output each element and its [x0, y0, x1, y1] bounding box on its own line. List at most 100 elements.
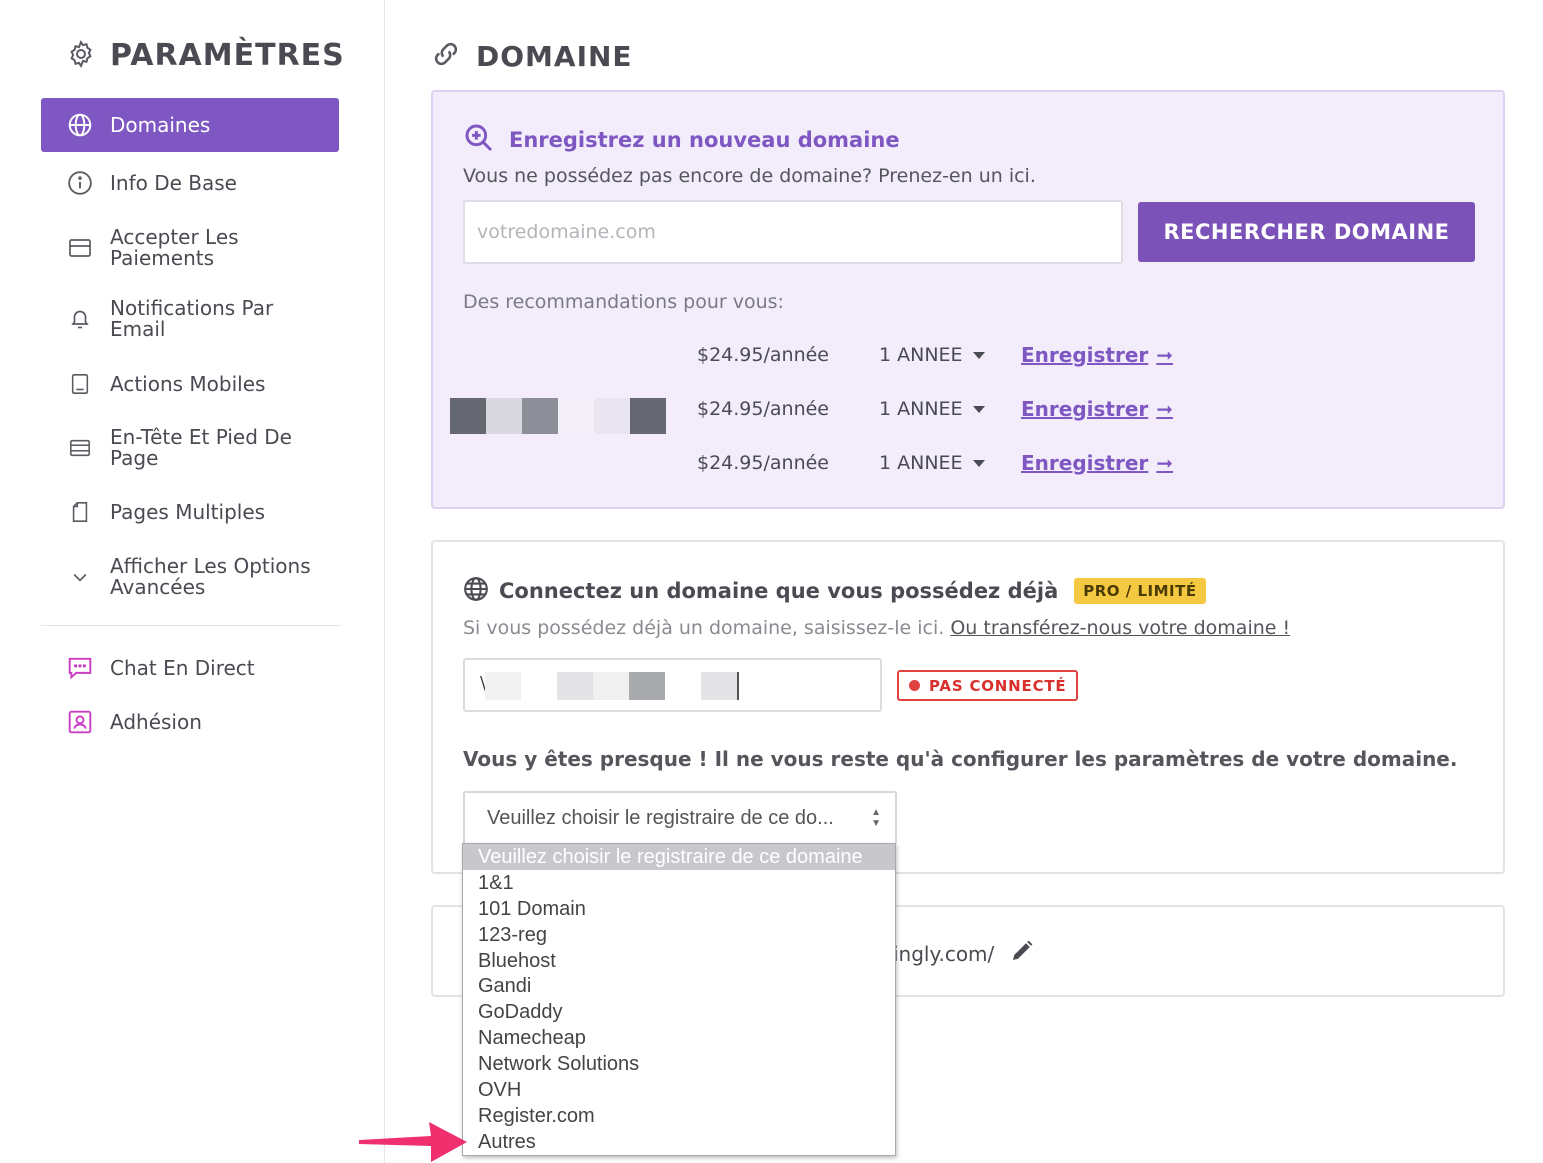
layout-icon: [66, 434, 94, 462]
settings-title-text: PARAMÈTRES: [110, 38, 345, 73]
sidebar-item-label: Actions Mobiles: [110, 371, 266, 396]
connect-heading-text: Connectez un domaine que vous possédez d…: [499, 579, 1059, 603]
site-url-text: ingly.com/: [893, 941, 995, 966]
registrar-dropdown-list: Veuillez choisir le registraire de ce do…: [462, 843, 896, 1156]
domain-search-input[interactable]: [463, 200, 1123, 264]
recommendation-price: $24.95/année: [697, 344, 829, 366]
blurred-text: [629, 672, 665, 700]
register-link[interactable]: Enregistrer ➞: [1021, 397, 1173, 421]
dropdown-option-autres[interactable]: Autres: [463, 1129, 895, 1155]
period-select[interactable]: 1 ANNEE: [879, 344, 1021, 366]
register-subtitle: Vous ne possédez pas encore de domaine? …: [463, 165, 1036, 187]
dropdown-option[interactable]: Gandi: [463, 973, 895, 999]
pro-badge: PRO / LIMITÉ: [1074, 578, 1206, 604]
sidebar-item-paiements[interactable]: Accepter Les Paiements: [41, 226, 339, 270]
sidebar-item-advanced[interactable]: Afficher Les Options Avancées: [41, 555, 339, 599]
sidebar-item-domaines[interactable]: Domaines: [41, 98, 339, 152]
tablet-icon: [66, 370, 94, 398]
caret-down-icon: [972, 351, 985, 359]
recommendation-row: $24.95/année 1 ANNEE Enregistrer ➞: [697, 340, 1173, 370]
bell-icon: [66, 305, 94, 333]
dropdown-option[interactable]: Namecheap: [463, 1025, 895, 1051]
register-domain-card: Enregistrez un nouveau domaine Vous ne p…: [431, 90, 1505, 509]
period-select[interactable]: 1 ANNEE: [879, 452, 1021, 474]
blurred-text: [485, 672, 521, 700]
dropdown-option[interactable]: Register.com: [463, 1103, 895, 1129]
dropdown-option[interactable]: 1&1: [463, 870, 895, 896]
transfer-domain-link[interactable]: Ou transférez-nous votre domaine !: [950, 617, 1290, 639]
dropdown-option[interactable]: OVH: [463, 1077, 895, 1103]
search-plus-icon: [463, 122, 495, 158]
recommendation-price: $24.95/année: [697, 398, 829, 420]
search-domain-button[interactable]: RECHERCHER DOMAINE: [1138, 202, 1475, 262]
member-icon: [66, 708, 94, 736]
status-badge: PAS CONNECTÉ: [897, 670, 1079, 701]
annotation-arrow-icon: [359, 1122, 467, 1162]
arrow-right-icon: ➞: [1156, 343, 1174, 367]
dropdown-option[interactable]: 123-reg: [463, 922, 895, 948]
info-icon: [66, 169, 94, 197]
sidebar-item-info[interactable]: Info De Base: [41, 167, 339, 199]
dropdown-option[interactable]: GoDaddy: [463, 999, 895, 1025]
chat-icon: [66, 654, 94, 682]
recommendation-row: $24.95/année 1 ANNEE Enregistrer ➞: [697, 448, 1173, 478]
period-select[interactable]: 1 ANNEE: [879, 398, 1021, 420]
sidebar-item-label: Accepter Les Paiements: [110, 225, 239, 270]
dropdown-option[interactable]: Bluehost: [463, 948, 895, 974]
arrow-right-icon: ➞: [1156, 397, 1174, 421]
globe-icon: [66, 111, 94, 139]
register-link[interactable]: Enregistrer ➞: [1021, 343, 1173, 367]
status-dot-icon: [909, 680, 920, 691]
sidebar-item-pages[interactable]: Pages Multiples: [41, 496, 339, 528]
connect-subtitle: Si vous possédez déjà un domaine, saisis…: [463, 617, 1290, 639]
sidebar: PARAMÈTRES Domaines Info De Base Accepte…: [0, 0, 385, 1163]
almost-done-message: Vous y êtes presque ! Il ne vous reste q…: [463, 747, 1458, 771]
owned-domain-input[interactable]: \: [463, 658, 882, 712]
page-title-text: DOMAINE: [476, 39, 633, 73]
site-url: ingly.com/: [893, 939, 1034, 968]
blurred-domain-preview: [450, 398, 666, 434]
recommendation-row: $24.95/année 1 ANNEE Enregistrer ➞: [697, 394, 1173, 424]
globe-icon: [463, 576, 489, 606]
register-link[interactable]: Enregistrer ➞: [1021, 451, 1173, 475]
sidebar-item-label: En-Tête Et Pied De Page: [110, 425, 292, 470]
register-link-label: Enregistrer: [1021, 397, 1149, 421]
dropdown-option[interactable]: 101 Domain: [463, 896, 895, 922]
register-link-label: Enregistrer: [1021, 343, 1149, 367]
recommendations-label: Des recommandations pour vous:: [463, 291, 784, 313]
arrow-right-icon: ➞: [1156, 451, 1174, 475]
register-heading-text: Enregistrez un nouveau domaine: [509, 128, 900, 152]
sidebar-item-label: Afficher Les Options Avancées: [110, 554, 311, 599]
caret-down-icon: [972, 405, 985, 413]
sidebar-item-label: Notifications Par Email: [110, 296, 274, 341]
gear-icon: [66, 39, 96, 73]
period-label: 1 ANNEE: [879, 398, 963, 420]
sidebar-item-notifications[interactable]: Notifications Par Email: [41, 297, 339, 341]
sidebar-item-label: Pages Multiples: [110, 499, 266, 524]
sidebar-item-chat[interactable]: Chat En Direct: [41, 652, 339, 684]
settings-title: PARAMÈTRES: [66, 38, 345, 73]
period-label: 1 ANNEE: [879, 344, 963, 366]
recommendation-price: $24.95/année: [697, 452, 829, 474]
sidebar-item-mobile[interactable]: Actions Mobiles: [41, 368, 339, 400]
blurred-text: [593, 672, 629, 700]
sidebar-item-adhesion[interactable]: Adhésion: [41, 706, 339, 738]
pages-icon: [66, 498, 94, 526]
chevron-down-icon: [66, 563, 94, 591]
blurred-text: [701, 672, 737, 700]
connect-subtitle-text: Si vous possédez déjà un domaine, saisis…: [463, 617, 945, 639]
dropdown-option[interactable]: Network Solutions: [463, 1051, 895, 1077]
connect-heading: Connectez un domaine que vous possédez d…: [463, 576, 1206, 606]
sidebar-item-header-footer[interactable]: En-Tête Et Pied De Page: [41, 426, 339, 470]
select-arrows-icon: ▲ ▼: [871, 807, 881, 829]
status-badge-text: PAS CONNECTÉ: [929, 676, 1067, 695]
caret-down-icon: [972, 459, 985, 467]
text-cursor: [737, 672, 739, 700]
connect-domain-card: Connectez un domaine que vous possédez d…: [431, 540, 1505, 874]
credit-card-icon: [66, 234, 94, 262]
dropdown-option[interactable]: Veuillez choisir le registraire de ce do…: [463, 844, 895, 870]
registrar-select[interactable]: Veuillez choisir le registraire de ce do…: [463, 791, 897, 845]
pencil-icon[interactable]: [1010, 939, 1034, 968]
blurred-text: [557, 672, 593, 700]
sidebar-item-label: Info De Base: [110, 170, 237, 195]
